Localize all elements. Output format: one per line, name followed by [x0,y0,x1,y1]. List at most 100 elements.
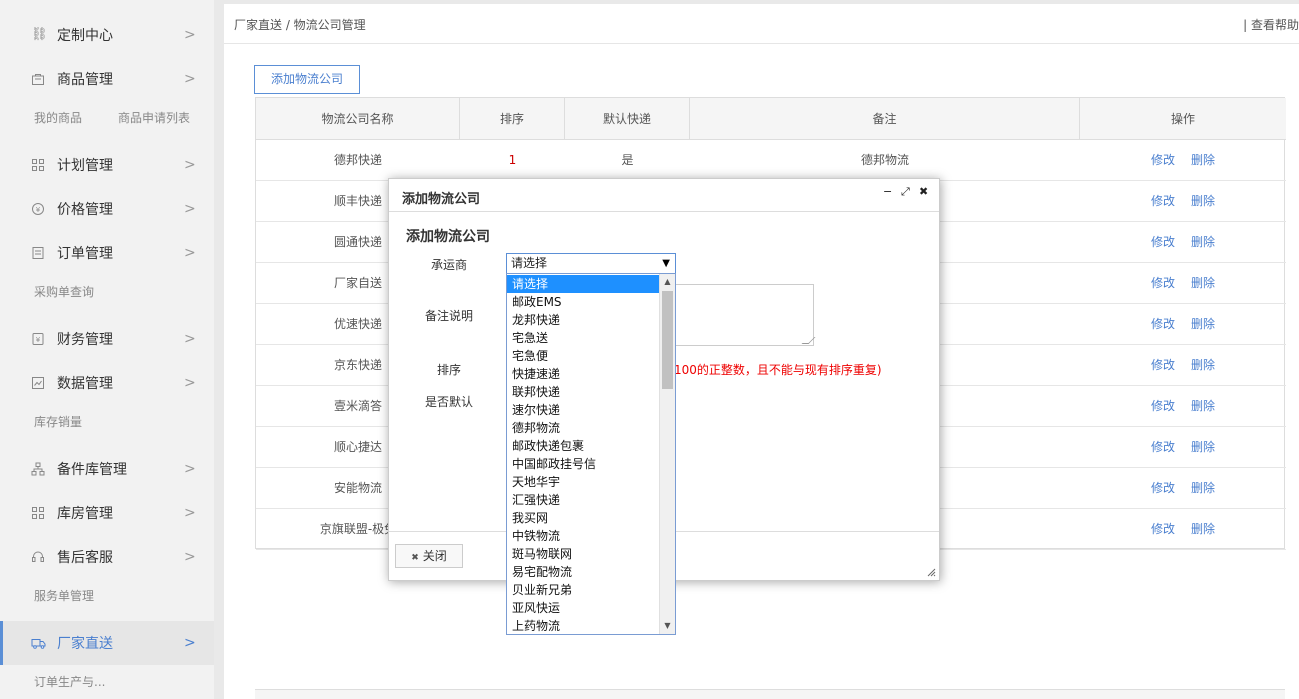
carrier-option[interactable]: 宅急便 [507,347,659,365]
menu-item-plan-management[interactable]: 计划管理 > [0,143,214,187]
carrier-option[interactable]: 上药物流 [507,617,659,634]
column-header-sort: 排序 [460,98,565,140]
carrier-select[interactable]: 请选择 ▼ [506,253,676,274]
is-default-label: 是否默认 [425,395,474,409]
close-icon[interactable]: ✖ [919,185,928,198]
truck-icon [31,636,46,650]
menu-item-spare-parts-management[interactable]: 备件库管理 > [0,447,214,491]
submenu-goods: 我的商品 商品申请列表 [34,109,226,126]
scroll-thumb[interactable] [662,291,673,389]
menu-item-warehouse-management[interactable]: 库房管理 > [0,491,214,535]
edit-link[interactable]: 修改 [1151,153,1175,167]
carrier-option[interactable]: 龙邦快递 [507,311,659,329]
add-logistics-company-button[interactable]: 添加物流公司 [254,65,360,94]
submenu-service-order-management[interactable]: 服务单管理 [34,589,94,603]
delete-link[interactable]: 删除 [1191,522,1215,536]
edit-link[interactable]: 修改 [1151,194,1175,208]
edit-link[interactable]: 修改 [1151,358,1175,372]
cell-actions: 修改 删除 [1080,222,1286,262]
carrier-option[interactable]: 贝业新兄弟 [507,581,659,599]
edit-link[interactable]: 修改 [1151,235,1175,249]
minimize-icon[interactable]: − [883,185,892,198]
submenu-order-production[interactable]: 订单生产与... [34,675,105,689]
sidebar: ⛓ 定制中心 > 商品管理 > 我的商品 商品申请列表 计划管理 > ¥ 价格管理… [0,0,214,699]
scroll-up-icon[interactable]: ▲ [660,274,675,290]
carrier-option[interactable]: 请选择 [507,275,659,293]
carrier-option[interactable]: 邮政快递包裹 [507,437,659,455]
carrier-option[interactable]: 德邦物流 [507,419,659,437]
dropdown-scrollbar[interactable]: ▲ ▼ [659,274,675,634]
cell-actions: 修改 删除 [1080,181,1286,221]
submenu-service: 服务单管理 [34,587,130,604]
menu-label: 定制中心 [57,28,113,44]
submenu-my-goods[interactable]: 我的商品 [34,111,82,125]
menu-label: 商品管理 [57,72,113,88]
submenu-goods-application-list[interactable]: 商品申请列表 [118,111,190,125]
menu-item-finance-management[interactable]: ¥ 财务管理 > [0,317,214,361]
edit-link[interactable]: 修改 [1151,399,1175,413]
help-link[interactable]: | 查看帮助 [1243,16,1299,33]
cell-actions: 修改 删除 [1080,509,1286,549]
edit-link[interactable]: 修改 [1151,522,1175,536]
delete-link[interactable]: 删除 [1191,481,1215,495]
carrier-option[interactable]: 中国邮政挂号信 [507,455,659,473]
edit-link[interactable]: 修改 [1151,440,1175,454]
delete-link[interactable]: 删除 [1191,194,1215,208]
maximize-icon[interactable]: ⤢ [901,185,910,199]
menu-item-customization-center[interactable]: ⛓ 定制中心 > [0,13,214,57]
delete-link[interactable]: 删除 [1191,235,1215,249]
carrier-option[interactable]: 中铁物流 [507,527,659,545]
menu-item-after-sales-service[interactable]: 售后客服 > [0,535,214,579]
carrier-option[interactable]: 宅急送 [507,329,659,347]
menu-label: 财务管理 [57,332,113,348]
menu-label: 价格管理 [57,202,113,218]
menu-label: 订单管理 [57,246,113,262]
carrier-option[interactable]: 联邦快递 [507,383,659,401]
menu-item-price-management[interactable]: ¥ 价格管理 > [0,187,214,231]
menu-item-order-management[interactable]: 订单管理 > [0,231,214,275]
submenu-inventory-sales[interactable]: 库存销量 [34,415,82,429]
resize-handle-icon[interactable] [927,568,936,577]
edit-link[interactable]: 修改 [1151,276,1175,290]
close-button[interactable]: ✖ 关闭 [395,544,463,568]
menu-label: 库房管理 [57,506,113,522]
submenu-data: 库存销量 [34,413,118,430]
edit-link[interactable]: 修改 [1151,481,1175,495]
carrier-option[interactable]: 我买网 [507,509,659,527]
column-header-note: 备注 [690,98,1080,140]
svg-text:¥: ¥ [36,336,41,344]
carrier-option[interactable]: 亚风快运 [507,599,659,617]
delete-link[interactable]: 删除 [1191,440,1215,454]
menu-label: 售后客服 [57,550,113,566]
dialog-title-bar[interactable]: 添加物流公司 − ⤢ ✖ [389,179,939,212]
carrier-option[interactable]: 邮政EMS [507,293,659,311]
cell-actions: 修改 删除 [1080,140,1286,180]
cell-note: 德邦物流 [860,153,909,167]
table-row: 德邦快递 1 是 德邦物流 修改 删除 [256,140,1286,181]
menu-item-data-management[interactable]: 数据管理 > [0,361,214,405]
cell-actions: 修改 删除 [1080,345,1286,385]
carrier-option[interactable]: 斑马物联网 [507,545,659,563]
carrier-option[interactable]: 天地华宇 [507,473,659,491]
scroll-down-icon[interactable]: ▼ [660,618,675,634]
delete-link[interactable]: 删除 [1191,358,1215,372]
delete-link[interactable]: 删除 [1191,317,1215,331]
chevron-right-icon: > [184,27,196,43]
delete-link[interactable]: 删除 [1191,399,1215,413]
submenu-purchase-order-query[interactable]: 采购单查询 [34,285,94,299]
carrier-option[interactable]: 汇强快递 [507,491,659,509]
edit-link[interactable]: 修改 [1151,317,1175,331]
carrier-option[interactable]: 快捷速递 [507,365,659,383]
menu-item-goods-management[interactable]: 商品管理 > [0,57,214,101]
menu-item-direct-delivery[interactable]: 厂家直送 > [0,621,214,665]
cell-actions: 修改 删除 [1080,468,1286,508]
note-textarea[interactable] [674,284,814,346]
carrier-select-value: 请选择 [511,256,548,270]
close-icon: ✖ [411,553,419,563]
delete-link[interactable]: 删除 [1191,276,1215,290]
carrier-option[interactable]: 速尔快递 [507,401,659,419]
carrier-option[interactable]: 易宅配物流 [507,563,659,581]
delete-link[interactable]: 删除 [1191,153,1215,167]
chevron-right-icon: > [184,157,196,173]
menu-label: 备件库管理 [57,462,127,478]
